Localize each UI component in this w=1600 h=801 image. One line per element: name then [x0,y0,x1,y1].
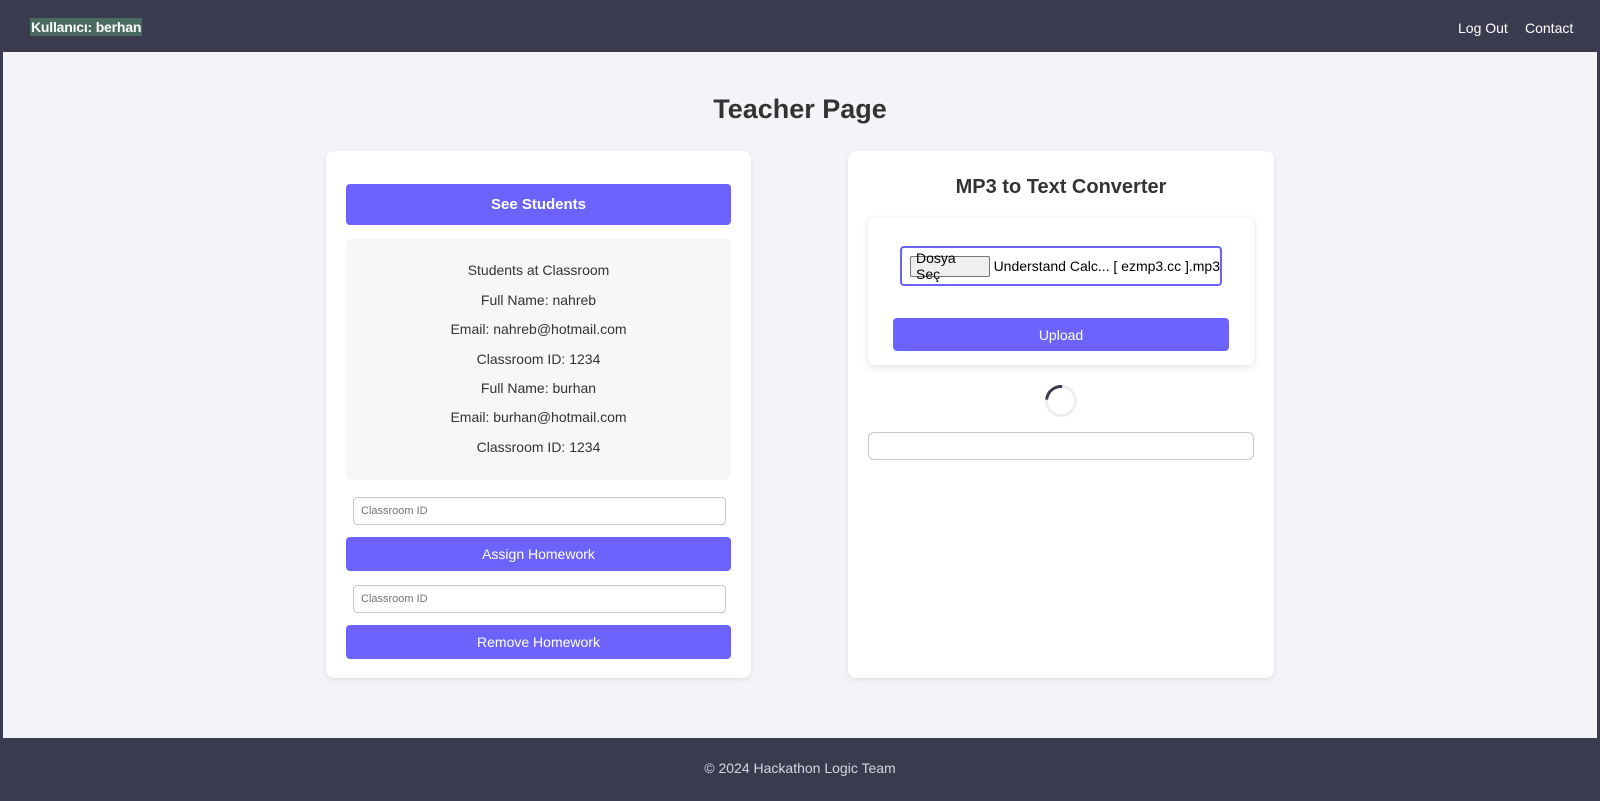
navbar: Kullanıcı: berhan Log Out Contact [3,2,1597,52]
assign-homework-button[interactable]: Assign Homework [346,537,731,571]
page-title: Teacher Page [713,94,887,124]
student-email: Email: burhan@hotmail.com [450,409,627,425]
converter-title: MP3 to Text Converter [955,176,1167,198]
footer-copyright: © 2024 Hackathon Logic Team [704,760,896,776]
student-full-name: Full Name: nahreb [480,292,597,308]
students-list: Students at Classroom Full Name: nahreb … [346,239,731,480]
footer: © 2024 Hackathon Logic Team [3,738,1597,799]
upload-form: Dosya Seç Understand Calc... [ ezmp3.cc … [868,218,1254,365]
see-students-button[interactable]: See Students [346,184,731,225]
choose-file-button[interactable]: Dosya Seç [910,250,990,282]
page-frame: Kullanıcı: berhan Log Out Contact Teache… [3,2,1597,799]
student-full-name: Full Name: burhan [480,380,597,396]
remove-homework-button[interactable]: Remove Homework [346,625,731,659]
upload-button[interactable]: Upload [893,318,1229,351]
students-heading: Students at Classroom [467,262,610,278]
converter-panel: MP3 to Text Converter Dosya Seç Understa… [848,151,1274,678]
student-classroom-id: Classroom ID: 1234 [476,351,601,367]
students-panel: See Students Students at Classroom Full … [326,151,751,678]
selected-file-name: Understand Calc... [ ezmp3.cc ].mp3 [993,258,1220,274]
user-label: Kullanıcı: berhan [30,18,143,36]
student-email: Email: nahreb@hotmail.com [450,321,627,337]
student-classroom-id: Classroom ID: 1234 [476,439,601,455]
file-input[interactable]: Dosya Seç Understand Calc... [ ezmp3.cc … [900,246,1222,286]
remove-classroom-id-input[interactable] [353,585,726,613]
transcription-result [868,432,1254,460]
assign-classroom-id-input[interactable] [353,497,726,525]
logout-link[interactable]: Log Out [1458,20,1508,36]
loading-spinner-icon [1038,378,1084,424]
contact-link[interactable]: Contact [1525,20,1573,36]
